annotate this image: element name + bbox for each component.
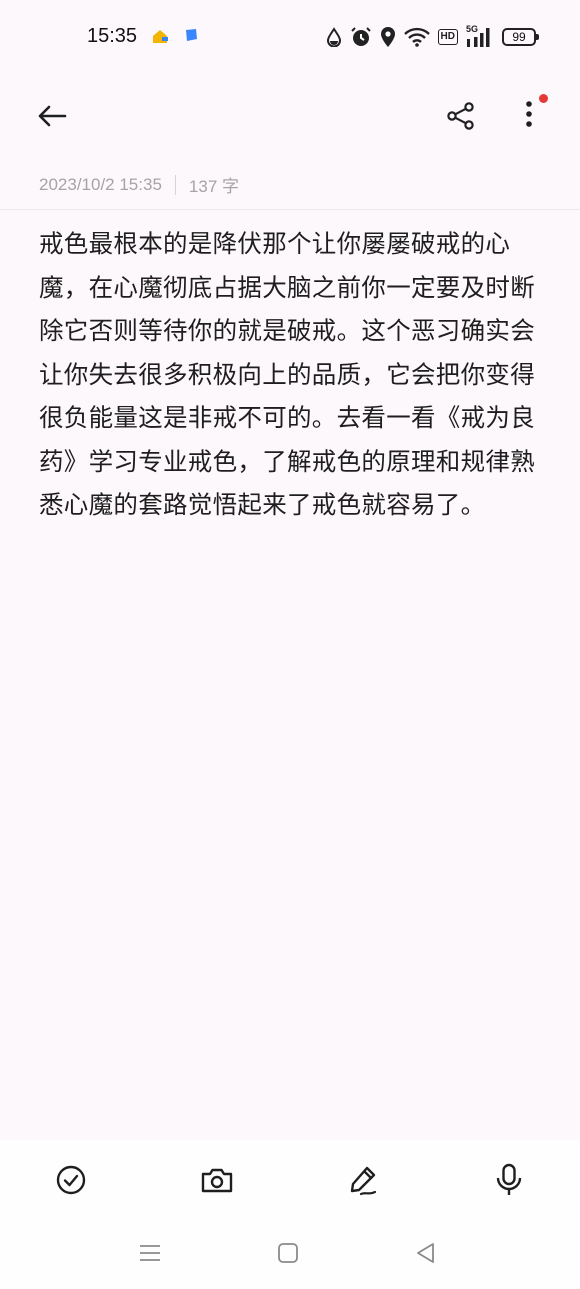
camera-button[interactable] bbox=[193, 1156, 241, 1204]
app-notification-icon-2 bbox=[183, 27, 199, 47]
water-drop-icon bbox=[326, 27, 342, 47]
microphone-icon bbox=[496, 1163, 522, 1195]
more-options-button[interactable] bbox=[508, 92, 550, 136]
back-triangle-icon bbox=[417, 1243, 434, 1263]
status-time: 15:35 bbox=[87, 25, 138, 47]
hd-badge: HD bbox=[437, 29, 458, 45]
meta-separator bbox=[174, 174, 176, 195]
wifi-icon bbox=[403, 27, 430, 47]
word-count: 137 字 bbox=[188, 177, 239, 196]
home-square-icon bbox=[278, 1243, 298, 1263]
battery-level: 99 bbox=[512, 30, 526, 44]
menu-icon bbox=[140, 1245, 160, 1261]
note-content[interactable]: 戒色最根本的是降伏那个让你屡屡破戒的心魔，在心魔彻底占据大脑之前你一定要及时断除… bbox=[39, 222, 539, 527]
note-meta: 2023/10/2 15:35 137 字 bbox=[39, 172, 239, 197]
arrow-left-icon bbox=[38, 105, 67, 127]
system-back-button[interactable] bbox=[406, 1238, 446, 1268]
header-divider bbox=[0, 209, 580, 210]
app-notification-icon bbox=[151, 27, 171, 49]
cellular-signal-icon: 5G bbox=[466, 24, 494, 48]
checklist-icon bbox=[56, 1165, 86, 1195]
checklist-button[interactable] bbox=[47, 1156, 95, 1204]
status-icons: HD 5G 99 bbox=[326, 24, 539, 50]
share-button[interactable] bbox=[440, 96, 482, 136]
note-date: 2023/10/2 15:35 bbox=[39, 174, 162, 194]
bottom-toolbar bbox=[0, 1140, 580, 1289]
battery-icon: 99 bbox=[502, 28, 539, 46]
pen-button[interactable] bbox=[339, 1156, 387, 1204]
notification-dot bbox=[539, 94, 548, 103]
location-icon bbox=[380, 26, 396, 48]
back-button[interactable] bbox=[30, 96, 74, 136]
voice-input-button[interactable] bbox=[485, 1156, 533, 1204]
pen-icon bbox=[350, 1166, 377, 1196]
share-icon bbox=[447, 102, 474, 130]
home-button[interactable] bbox=[268, 1238, 308, 1268]
recent-apps-button[interactable] bbox=[130, 1238, 170, 1268]
top-toolbar bbox=[0, 80, 580, 152]
alarm-icon bbox=[350, 26, 372, 48]
status-bar: 15:35 HD 5G 99 bbox=[0, 0, 580, 74]
camera-icon bbox=[201, 1168, 233, 1193]
more-vertical-icon bbox=[526, 101, 532, 127]
system-nav-bar bbox=[0, 1224, 580, 1284]
